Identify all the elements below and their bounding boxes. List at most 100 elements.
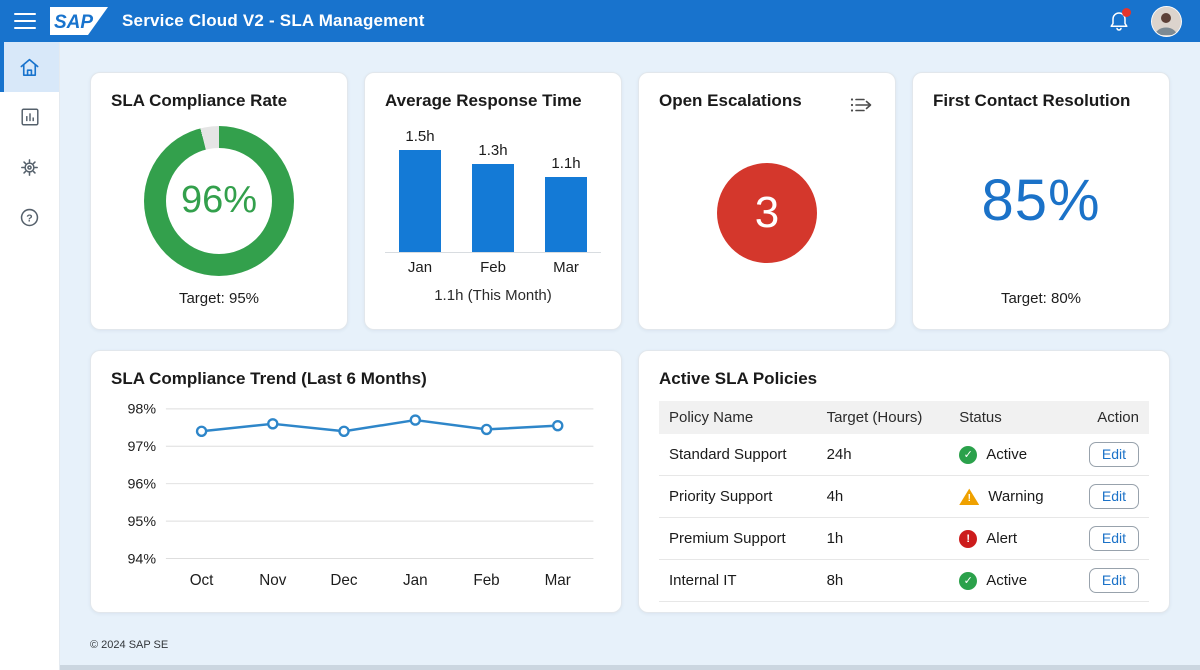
svg-text:Mar: Mar (545, 572, 571, 589)
status-cell: ! Alert (949, 518, 1068, 560)
bar-chart: 1.5h 1.3h 1.1h (385, 125, 601, 253)
card-title: Average Response Time (385, 91, 601, 111)
bar (399, 150, 441, 252)
card-first-contact-resolution: First Contact Resolution 85% Target: 80% (912, 72, 1170, 330)
notification-badge (1122, 8, 1131, 17)
bar-column: 1.3h (472, 142, 514, 252)
status-cell: ✓ Active (949, 560, 1068, 602)
action-cell: Edit (1069, 434, 1149, 476)
alert-exclamation-icon: ! (959, 530, 977, 548)
svg-text:96%: 96% (127, 477, 156, 493)
status-cell: ! Warning (949, 476, 1068, 518)
edit-button[interactable]: Edit (1089, 568, 1139, 593)
status-cell: ✓ Active (949, 434, 1068, 476)
table-row: Priority Support4h! Warning Edit (659, 476, 1149, 518)
fcr-target: Target: 80% (933, 290, 1149, 311)
sidebar: ? (0, 42, 60, 670)
svg-text:94%: 94% (127, 551, 156, 567)
bar-value-label: 1.5h (405, 128, 434, 145)
svg-text:Nov: Nov (259, 572, 286, 589)
target-hours-cell: 8h (817, 560, 950, 602)
svg-text:97%: 97% (127, 439, 156, 455)
sidebar-item-home[interactable] (0, 42, 59, 92)
status-label: Active (986, 446, 1027, 463)
status-label: Active (986, 572, 1027, 589)
column-status: Status (949, 401, 1068, 434)
card-active-sla-policies: Active SLA Policies Policy Name Target (… (638, 350, 1170, 613)
escalations-badge: 3 (717, 163, 817, 263)
fcr-value: 85% (981, 167, 1100, 234)
card-open-escalations: Open Escalations 3 (638, 72, 896, 330)
bar-column: 1.1h (545, 155, 587, 252)
svg-text:Feb: Feb (473, 572, 499, 589)
status-label: Alert (986, 530, 1017, 547)
card-title: SLA Compliance Trend (Last 6 Months) (111, 369, 601, 389)
user-avatar[interactable] (1151, 6, 1182, 37)
trend-line-chart: 98%97%96%95%94%OctNovDecJanFebMar (111, 397, 603, 594)
policy-name-cell: Premium Support (659, 518, 817, 560)
gear-icon (18, 156, 41, 179)
target-hours-cell: 1h (817, 518, 950, 560)
home-icon (18, 56, 41, 79)
column-policy-name: Policy Name (659, 401, 817, 434)
sidebar-item-analytics[interactable] (0, 92, 59, 142)
bar-value-label: 1.1h (551, 155, 580, 172)
action-cell: Edit (1069, 476, 1149, 518)
sap-logo: SAP (50, 7, 108, 35)
bar-column: 1.5h (399, 128, 441, 252)
policy-name-cell: Standard Support (659, 434, 817, 476)
help-icon: ? (18, 206, 41, 229)
table-row: Internal IT8h ✓ Active Edit (659, 560, 1149, 602)
table-row: Standard Support24h ✓ Active Edit (659, 434, 1149, 476)
svg-text:Jan: Jan (403, 572, 428, 589)
svg-text:SAP: SAP (54, 12, 93, 33)
bar-category-label: Mar (545, 259, 587, 276)
status-label: Warning (988, 488, 1043, 505)
table-header-row: Policy Name Target (Hours) Status Action (659, 401, 1149, 434)
edit-button[interactable]: Edit (1089, 526, 1139, 551)
main-content: SLA Compliance Rate 96% Target: 95% Aver… (60, 42, 1200, 670)
svg-text:95%: 95% (127, 514, 156, 530)
target-hours-cell: 24h (817, 434, 950, 476)
escalations-count: 3 (755, 188, 779, 238)
policies-table: Policy Name Target (Hours) Status Action… (659, 401, 1149, 602)
notifications-button[interactable] (1107, 9, 1131, 33)
bar-chart-categories: Jan Feb Mar (385, 259, 601, 276)
compliance-target: Target: 95% (111, 290, 327, 311)
success-check-icon: ✓ (959, 572, 977, 590)
page-title: Service Cloud V2 - SLA Management (122, 11, 425, 31)
edit-button[interactable]: Edit (1089, 442, 1139, 467)
success-check-icon: ✓ (959, 446, 977, 464)
bar-value-label: 1.3h (478, 142, 507, 159)
card-title: Active SLA Policies (659, 369, 1149, 389)
column-action: Action (1069, 401, 1149, 434)
sidebar-item-settings[interactable] (0, 142, 59, 192)
column-target-hours: Target (Hours) (817, 401, 950, 434)
action-cell: Edit (1069, 518, 1149, 560)
card-title: SLA Compliance Rate (111, 91, 327, 111)
table-row: Premium Support1h! Alert Edit (659, 518, 1149, 560)
card-title: Open Escalations (659, 91, 802, 111)
policies-tbody: Standard Support24h✓ActiveEditPriority S… (659, 434, 1149, 602)
menu-hamburger-icon[interactable] (14, 13, 36, 29)
bottom-edge (60, 665, 1200, 670)
svg-text:98%: 98% (127, 402, 156, 418)
topbar: SAP Service Cloud V2 - SLA Management (0, 0, 1200, 42)
warning-triangle-icon: ! (959, 488, 979, 505)
policy-name-cell: Priority Support (659, 476, 817, 518)
policy-name-cell: Internal IT (659, 560, 817, 602)
card-title: First Contact Resolution (933, 91, 1149, 111)
svg-text:?: ? (26, 212, 32, 224)
card-average-response-time: Average Response Time 1.5h 1.3h 1.1h Jan Fe… (364, 72, 622, 330)
action-cell: Edit (1069, 560, 1149, 602)
open-list-icon[interactable] (849, 95, 875, 115)
bar-category-label: Jan (399, 259, 441, 276)
bar-category-label: Feb (472, 259, 514, 276)
bar (545, 177, 587, 252)
sidebar-item-help[interactable]: ? (0, 192, 59, 242)
target-hours-cell: 4h (817, 476, 950, 518)
edit-button[interactable]: Edit (1089, 484, 1139, 509)
card-sla-compliance-rate: SLA Compliance Rate 96% Target: 95% (90, 72, 348, 330)
svg-text:Oct: Oct (190, 572, 214, 589)
compliance-value: 96% (181, 179, 257, 222)
